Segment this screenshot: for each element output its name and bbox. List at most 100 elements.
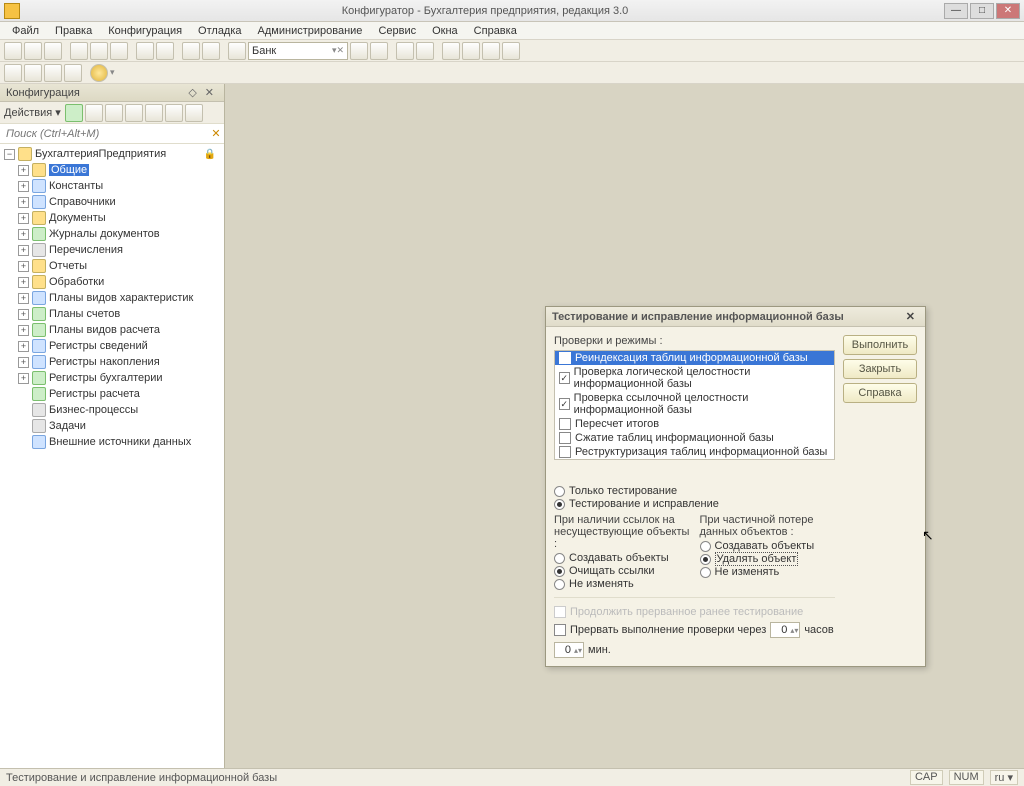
check-item[interactable]: Реструктуризация таблиц информационной б… <box>555 445 834 459</box>
help-button[interactable]: Справка <box>843 383 917 403</box>
actions-add-icon[interactable] <box>65 104 83 122</box>
menu-administration[interactable]: Администрирование <box>252 24 369 38</box>
actions-delete-icon[interactable] <box>125 104 143 122</box>
expand-icon[interactable]: + <box>18 277 29 288</box>
tree-item[interactable]: +Документы <box>0 210 224 226</box>
toolbar-search-combo[interactable]: Банк ▾✕ <box>248 42 348 60</box>
toolbar-redo-icon[interactable] <box>202 42 220 60</box>
config-tree[interactable]: − БухгалтерияПредприятия 🔒 +Общие+Конста… <box>0 144 224 768</box>
toolbar-save-icon[interactable] <box>44 42 62 60</box>
check-item-checkbox[interactable] <box>559 352 571 364</box>
tree-item[interactable]: +Журналы документов <box>0 226 224 242</box>
toolbar-print-icon[interactable] <box>136 42 154 60</box>
actions-edit-icon[interactable] <box>85 104 103 122</box>
expand-icon[interactable]: + <box>18 213 29 224</box>
expand-icon[interactable]: + <box>18 341 29 352</box>
check-item-checkbox[interactable] <box>559 398 570 410</box>
mins-input[interactable]: 0▴▾ <box>554 642 584 658</box>
config-search-input[interactable] <box>0 128 208 140</box>
config-search-clear-icon[interactable]: ✕ <box>208 127 224 140</box>
check-item[interactable]: Пересчет итогов <box>555 417 834 431</box>
actions-props-icon[interactable] <box>105 104 123 122</box>
tree-item[interactable]: +Планы счетов <box>0 306 224 322</box>
tree-item[interactable]: +Общие <box>0 162 224 178</box>
config-panel-pin-icon[interactable]: ◇ <box>184 86 200 99</box>
expand-icon[interactable]: + <box>18 309 29 320</box>
tree-item[interactable]: +Регистры накопления <box>0 354 224 370</box>
tree-item[interactable]: +Перечисления <box>0 242 224 258</box>
check-item-checkbox[interactable] <box>559 372 570 384</box>
toolbar-star-icon[interactable] <box>462 42 480 60</box>
actions-down-icon[interactable] <box>165 104 183 122</box>
toolbar-undo-icon[interactable] <box>182 42 200 60</box>
toolbar-copy-icon[interactable] <box>90 42 108 60</box>
missing-ref-radio[interactable] <box>554 566 565 577</box>
toolbar-search-icon[interactable] <box>228 42 246 60</box>
menu-file[interactable]: Файл <box>6 24 45 38</box>
toolbar-paste-icon[interactable] <box>110 42 128 60</box>
menu-service[interactable]: Сервис <box>372 24 422 38</box>
partial-loss-radio[interactable] <box>700 541 711 552</box>
tree-item[interactable]: +Планы видов характеристик <box>0 290 224 306</box>
actions-sort-icon[interactable] <box>185 104 203 122</box>
tb2-icon-2[interactable] <box>24 64 42 82</box>
tree-collapse-icon[interactable]: − <box>4 149 15 160</box>
partial-loss-radio[interactable] <box>700 567 711 578</box>
tree-item[interactable]: +Константы <box>0 178 224 194</box>
close-button[interactable]: ✕ <box>996 3 1020 19</box>
expand-icon[interactable]: + <box>18 261 29 272</box>
tree-item[interactable]: Внешние источники данных <box>0 434 224 450</box>
tb2-run-icon[interactable] <box>90 64 108 82</box>
execute-button[interactable]: Выполнить <box>843 335 917 355</box>
radio-test-and-fix[interactable] <box>554 499 565 510</box>
tree-item[interactable]: +Планы видов расчета <box>0 322 224 338</box>
tb2-icon-3[interactable] <box>44 64 62 82</box>
hours-input[interactable]: 0▴▾ <box>770 622 800 638</box>
combo-clear-icon[interactable]: ▾✕ <box>332 45 344 56</box>
expand-icon[interactable]: + <box>18 293 29 304</box>
partial-loss-radio[interactable] <box>700 554 711 565</box>
check-item-checkbox[interactable] <box>559 446 571 458</box>
check-item[interactable]: Проверка логической целостности информац… <box>555 365 834 391</box>
check-item[interactable]: Проверка ссылочной целостности информаци… <box>555 391 834 417</box>
minimize-button[interactable]: — <box>944 3 968 19</box>
toolbar-bookmark-icon[interactable] <box>396 42 414 60</box>
tree-item[interactable]: +Справочники <box>0 194 224 210</box>
checks-list[interactable]: Реиндексация таблиц информационной базыП… <box>554 350 835 460</box>
expand-icon[interactable]: + <box>18 357 29 368</box>
toolbar-bookmark2-icon[interactable] <box>416 42 434 60</box>
toolbar-help-icon[interactable] <box>502 42 520 60</box>
missing-ref-radio[interactable] <box>554 553 565 564</box>
tree-item[interactable]: +Регистры сведений <box>0 338 224 354</box>
expand-icon[interactable]: + <box>18 165 29 176</box>
config-panel-close-icon[interactable]: ✕ <box>201 86 218 99</box>
missing-ref-radio[interactable] <box>554 579 565 590</box>
tree-item[interactable]: +Отчеты <box>0 258 224 274</box>
menu-help[interactable]: Справка <box>468 24 523 38</box>
tree-item[interactable]: +Регистры бухгалтерии <box>0 370 224 386</box>
expand-icon[interactable]: + <box>18 181 29 192</box>
menu-windows[interactable]: Окна <box>426 24 464 38</box>
toolbar-cut-icon[interactable] <box>70 42 88 60</box>
tree-item[interactable]: Регистры расчета <box>0 386 224 402</box>
toolbar-open-icon[interactable] <box>24 42 42 60</box>
menu-debug[interactable]: Отладка <box>192 24 247 38</box>
actions-menu[interactable]: Действия ▾ <box>4 106 61 119</box>
status-lang[interactable]: ru ▾ <box>990 770 1018 785</box>
toolbar-next-icon[interactable] <box>370 42 388 60</box>
tb2-icon-4[interactable] <box>64 64 82 82</box>
tree-root-label[interactable]: БухгалтерияПредприятия <box>35 148 166 160</box>
tree-item[interactable]: Задачи <box>0 418 224 434</box>
toolbar-flag-icon[interactable] <box>442 42 460 60</box>
menu-configuration[interactable]: Конфигурация <box>102 24 188 38</box>
expand-icon[interactable]: + <box>18 373 29 384</box>
toolbar-compare-icon[interactable] <box>156 42 174 60</box>
check-item-checkbox[interactable] <box>559 432 571 444</box>
tree-item[interactable]: +Обработки <box>0 274 224 290</box>
toolbar-dots-icon[interactable] <box>482 42 500 60</box>
check-item-checkbox[interactable] <box>559 418 571 430</box>
menu-edit[interactable]: Правка <box>49 24 98 38</box>
tree-item[interactable]: Бизнес-процессы <box>0 402 224 418</box>
toolbar-new-icon[interactable] <box>4 42 22 60</box>
tb2-icon-1[interactable] <box>4 64 22 82</box>
